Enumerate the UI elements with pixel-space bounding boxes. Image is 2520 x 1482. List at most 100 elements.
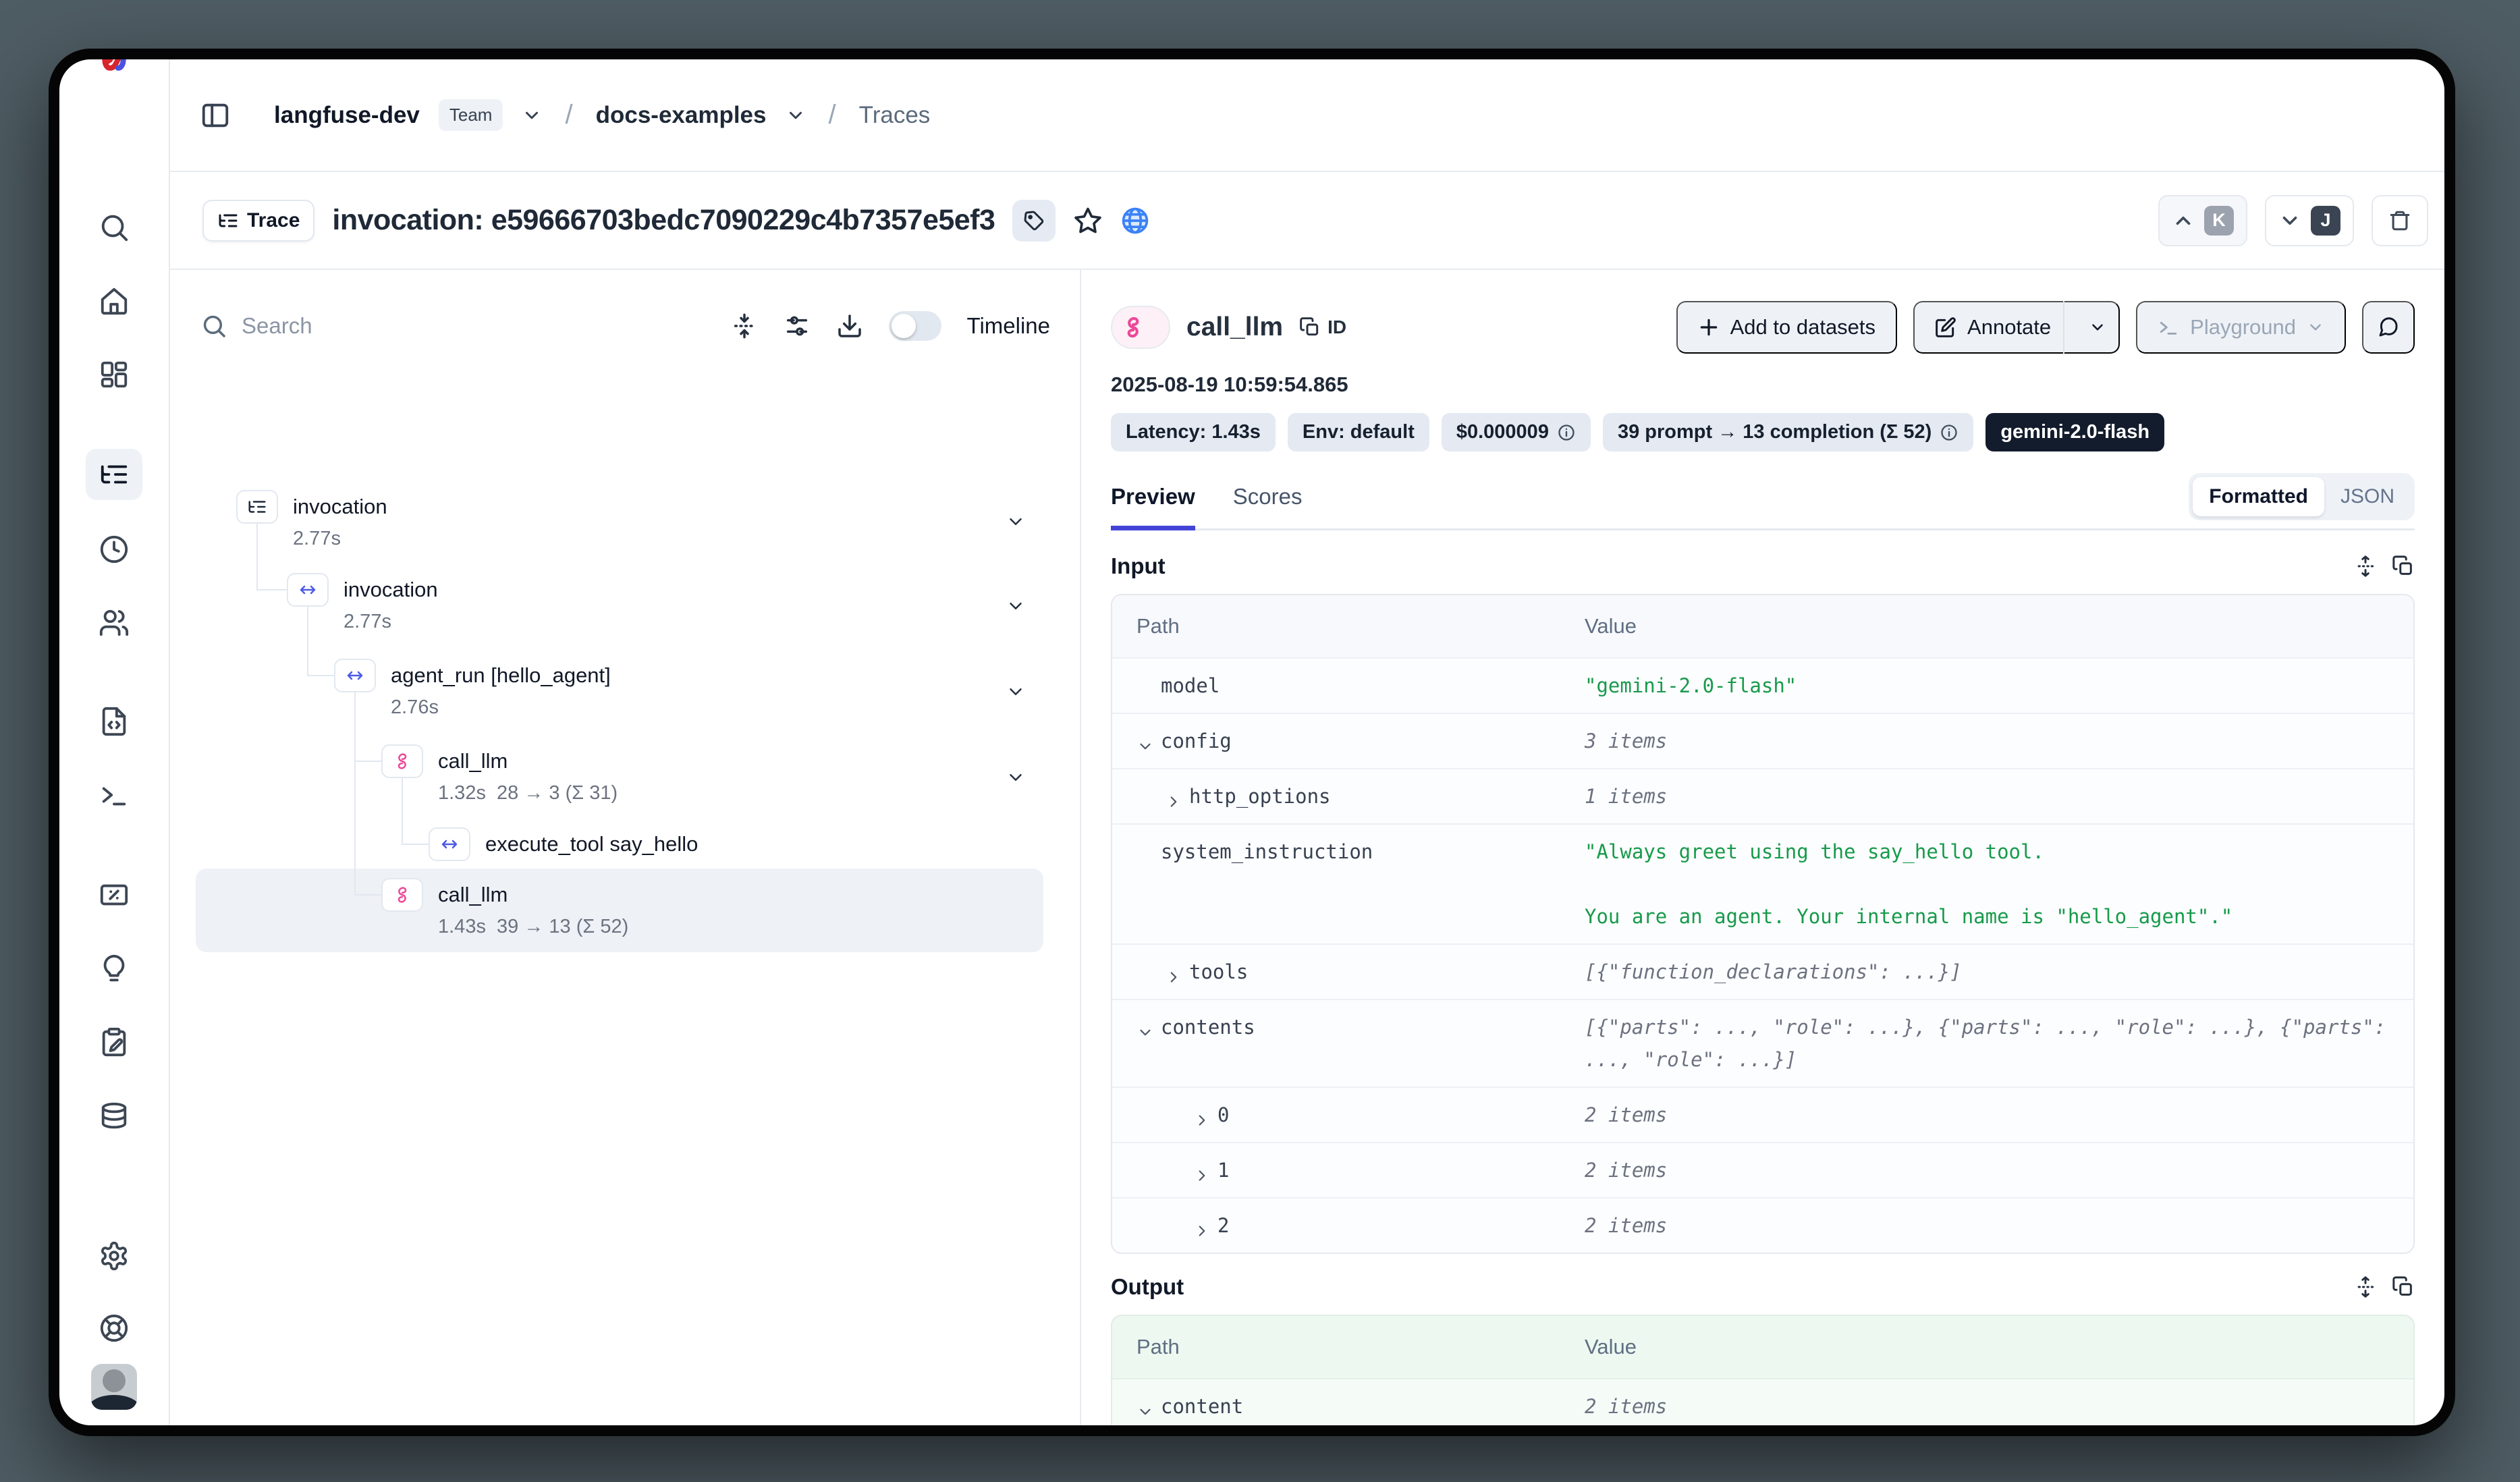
tree-connector-line bbox=[354, 761, 383, 762]
tree-node-call_llm[interactable]: call_llm1.32s 28 → 3 (Σ 31) bbox=[381, 744, 618, 808]
tree-node-label: execute_tool say_hello bbox=[485, 827, 698, 861]
breadcrumb: langfuse-dev Team / docs-examples / Trac… bbox=[170, 59, 2444, 172]
lifebuoy-icon bbox=[99, 1313, 130, 1344]
prev-trace-button[interactable]: K bbox=[2158, 195, 2247, 246]
sidebar-item-search[interactable] bbox=[86, 202, 142, 253]
icon-rail bbox=[59, 59, 170, 1425]
sidebar-item-prompts[interactable] bbox=[86, 696, 142, 747]
breadcrumb-separator: / bbox=[565, 100, 572, 130]
sidebar-item-settings[interactable] bbox=[86, 1230, 142, 1282]
detail-tabs: Preview Scores FormattedJSON bbox=[1111, 473, 2415, 530]
org-name[interactable]: langfuse-dev bbox=[274, 102, 420, 129]
view-mode-json[interactable]: JSON bbox=[2324, 477, 2411, 516]
badge-text: $0.000009 bbox=[1456, 421, 1549, 443]
trace-type-pill: Trace bbox=[202, 200, 314, 242]
tree-node-call_llm[interactable]: call_llm1.43s 39 → 13 (Σ 52) bbox=[381, 878, 628, 941]
org-switcher-chevron-icon[interactable] bbox=[522, 105, 542, 126]
view-settings-icon[interactable] bbox=[784, 312, 811, 339]
tree-node-execute_tool-say_hello[interactable]: execute_tool say_hello bbox=[429, 827, 698, 861]
users-icon bbox=[99, 607, 130, 638]
bookmark-star-button[interactable] bbox=[1073, 206, 1103, 236]
info-icon[interactable] bbox=[1557, 423, 1576, 442]
chevron-down-icon bbox=[2307, 319, 2324, 336]
delete-trace-button[interactable] bbox=[2372, 195, 2428, 246]
badge-text: 39 prompt → 13 completion (Σ 52) bbox=[1618, 421, 1932, 443]
tree-node-collapse-chevron[interactable] bbox=[1006, 512, 1026, 532]
sidebar-item-sessions[interactable] bbox=[86, 524, 142, 575]
metrics-badges: Latency: 1.43sEnv: default$0.00000939 pr… bbox=[1111, 413, 2415, 451]
tab-preview[interactable]: Preview bbox=[1111, 484, 1195, 530]
tree-node-agent_run-hello_agent-[interactable]: agent_run [hello_agent]2.76s bbox=[334, 659, 611, 722]
tree-connector-line bbox=[256, 589, 288, 591]
user-avatar[interactable] bbox=[91, 1364, 137, 1410]
tree-node-collapse-chevron[interactable] bbox=[1006, 682, 1026, 702]
listtree-icon bbox=[99, 459, 130, 490]
plus-icon bbox=[1698, 317, 1720, 338]
sidebar-item-support[interactable] bbox=[86, 1302, 142, 1354]
copy-icon[interactable] bbox=[2392, 1275, 2415, 1298]
chevron-right-icon[interactable] bbox=[1193, 1161, 1211, 1179]
row-path: 0 bbox=[1217, 1099, 1229, 1131]
sidebar-item-users[interactable] bbox=[86, 597, 142, 649]
copy-id-button[interactable]: ID bbox=[1299, 317, 1346, 338]
chevron-right-icon[interactable] bbox=[1193, 1106, 1211, 1124]
tree-node-label: call_llm bbox=[438, 878, 628, 912]
sidebar-toggle-icon[interactable] bbox=[200, 100, 231, 131]
sidebar-item-home[interactable] bbox=[86, 275, 142, 327]
row-path: content bbox=[1161, 1390, 1243, 1423]
table-row-contents: contents[{"parts": ..., "role": ...}, {"… bbox=[1112, 999, 2413, 1087]
table-header-row: PathValue bbox=[1112, 1316, 2413, 1378]
sidebar-item-playground[interactable] bbox=[86, 769, 142, 821]
chevron-down-icon[interactable] bbox=[1136, 1018, 1154, 1036]
next-trace-button[interactable]: J bbox=[2265, 195, 2354, 246]
project-name[interactable]: docs-examples bbox=[596, 102, 767, 129]
sidebar-item-evaluation[interactable] bbox=[86, 869, 142, 921]
expand-vertical-icon[interactable] bbox=[2354, 555, 2377, 578]
chevron-right-icon[interactable] bbox=[1165, 788, 1182, 805]
sidebar-item-dashboards[interactable] bbox=[86, 349, 142, 400]
table-row-config: config3 items bbox=[1112, 713, 2413, 768]
generation-icon bbox=[392, 885, 412, 905]
tab-scores[interactable]: Scores bbox=[1233, 484, 1303, 530]
tree-node-collapse-chevron[interactable] bbox=[1006, 767, 1026, 788]
tags-button[interactable] bbox=[1012, 200, 1056, 242]
star-icon bbox=[1073, 206, 1103, 236]
copy-icon[interactable] bbox=[2392, 555, 2415, 578]
comments-button[interactable] bbox=[2362, 301, 2415, 354]
project-switcher-chevron-icon[interactable] bbox=[786, 105, 806, 126]
tree-node-invocation[interactable]: invocation2.77s bbox=[236, 490, 387, 553]
breadcrumb-page[interactable]: Traces bbox=[859, 102, 931, 129]
public-share-button[interactable] bbox=[1120, 206, 1150, 236]
sidebar-item-tracing[interactable] bbox=[86, 449, 142, 500]
sidebar-item-datasets[interactable] bbox=[86, 1091, 142, 1143]
chevron-down-icon bbox=[2089, 319, 2106, 336]
timeline-toggle[interactable] bbox=[889, 311, 941, 341]
tree-node-collapse-chevron[interactable] bbox=[1006, 596, 1026, 616]
expand-vertical-icon[interactable] bbox=[2354, 1275, 2377, 1298]
view-mode-formatted[interactable]: Formatted bbox=[2193, 477, 2324, 516]
tag-icon bbox=[1023, 210, 1045, 231]
chevron-right-icon[interactable] bbox=[1165, 963, 1182, 981]
collapse-all-icon[interactable] bbox=[731, 312, 758, 339]
chevron-down-icon[interactable] bbox=[1136, 1398, 1154, 1415]
playground-button[interactable]: Playground bbox=[2136, 301, 2346, 354]
tree-node-invocation[interactable]: invocation2.77s bbox=[287, 573, 438, 636]
row-path: 1 bbox=[1217, 1154, 1229, 1186]
tree-node-metrics: 2.76s bbox=[391, 692, 611, 722]
annotate-button[interactable]: Annotate bbox=[1913, 301, 2120, 354]
info-icon[interactable] bbox=[1940, 423, 1959, 442]
metric-badge: Env: default bbox=[1288, 413, 1429, 451]
generation-icon bbox=[1120, 314, 1146, 340]
tree-search-input[interactable]: Search bbox=[201, 313, 705, 339]
tree-connector-line bbox=[354, 692, 356, 896]
sidebar-item-insights[interactable] bbox=[86, 943, 142, 994]
chevron-right-icon[interactable] bbox=[1193, 1217, 1211, 1234]
download-icon[interactable] bbox=[836, 312, 863, 339]
add-to-datasets-button[interactable]: Add to datasets bbox=[1676, 301, 1897, 354]
annotate-dropdown[interactable] bbox=[2077, 319, 2118, 336]
sidebar-item-annotation-queues[interactable] bbox=[86, 1016, 142, 1068]
langfuse-logo-icon bbox=[95, 59, 133, 78]
column-header-path: Path bbox=[1112, 595, 1585, 657]
table-header-row: PathValue bbox=[1112, 595, 2413, 657]
chevron-down-icon[interactable] bbox=[1136, 732, 1154, 750]
